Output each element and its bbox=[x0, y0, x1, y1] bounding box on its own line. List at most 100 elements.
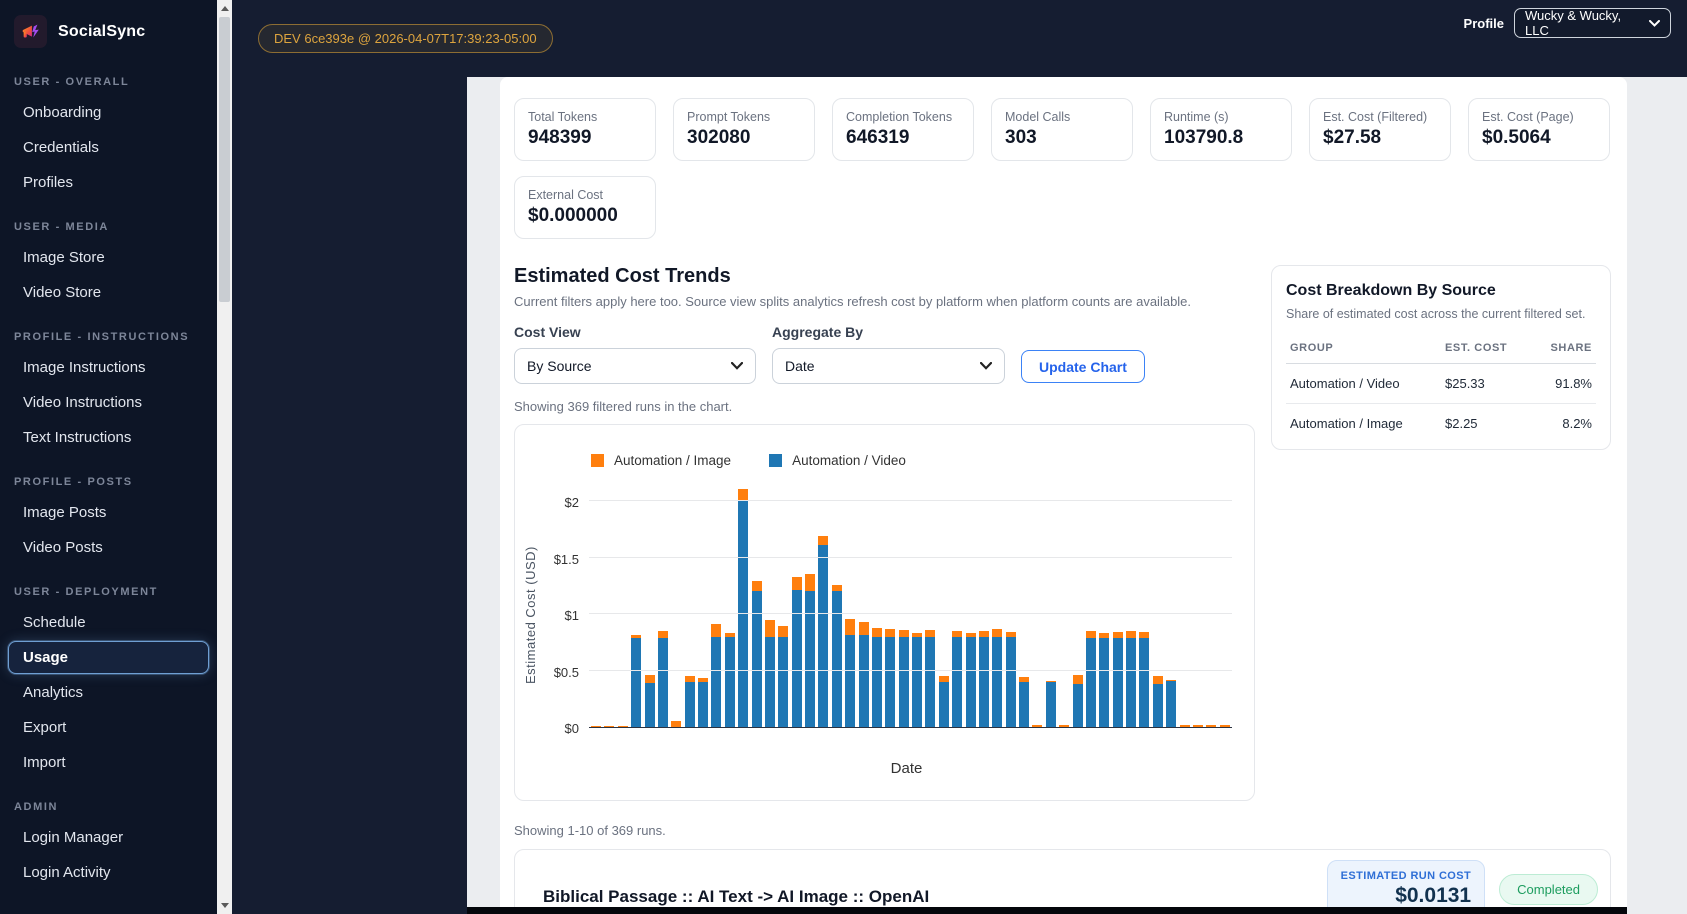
sidebar-item-image-posts[interactable]: Image Posts bbox=[8, 496, 209, 529]
chart-bar bbox=[912, 633, 922, 727]
y-tick-label: $0 bbox=[539, 721, 579, 736]
bottom-edge-strip bbox=[467, 907, 1627, 914]
bar-segment-image bbox=[1032, 725, 1042, 727]
bar-segment-image bbox=[1086, 631, 1096, 638]
bar-segment-video bbox=[925, 637, 935, 727]
chart-bar bbox=[992, 629, 1002, 727]
stat-card-value: 646319 bbox=[846, 127, 960, 149]
bar-segment-video bbox=[792, 590, 802, 727]
app-title: SocialSync bbox=[58, 23, 145, 41]
chart-bar bbox=[618, 726, 628, 727]
bar-segment-video bbox=[1086, 638, 1096, 727]
legend-item-automation-image[interactable]: Automation / Image bbox=[591, 453, 731, 468]
chart-bar bbox=[792, 577, 802, 727]
legend-label: Automation / Image bbox=[614, 453, 731, 468]
sidebar-item-export[interactable]: Export bbox=[8, 711, 209, 744]
breakdown-cell-share: 8.2% bbox=[1534, 404, 1596, 444]
sidebar-item-login-activity[interactable]: Login Activity bbox=[8, 856, 209, 889]
main-area: DEV 6ce393e @ 2026-04-07T17:39:23-05:00 … bbox=[232, 0, 1687, 914]
bar-segment-video bbox=[939, 682, 949, 727]
chart-bar bbox=[1073, 675, 1083, 727]
profile-select[interactable]: Wucky & Wucky, LLC bbox=[1514, 8, 1671, 38]
bar-segment-video bbox=[1019, 682, 1029, 727]
bar-segment-video bbox=[711, 637, 721, 727]
x-axis-title: Date bbox=[515, 760, 1254, 777]
bar-segment-video bbox=[952, 637, 962, 727]
chart-bar bbox=[925, 630, 935, 727]
sidebar-section-label: USER - DEPLOYMENT bbox=[14, 586, 217, 598]
sidebar-section-profile-posts: PROFILE - POSTSImage PostsVideo Posts bbox=[0, 476, 217, 564]
sidebar-item-credentials[interactable]: Credentials bbox=[8, 131, 209, 164]
page-scrollbar[interactable] bbox=[217, 0, 232, 914]
sidebar-item-profiles[interactable]: Profiles bbox=[8, 166, 209, 199]
bar-segment-video bbox=[1073, 684, 1083, 727]
app-root: SocialSync USER - OVERALLOnboardingCrede… bbox=[0, 0, 1687, 914]
sidebar-item-text-instructions[interactable]: Text Instructions bbox=[8, 421, 209, 454]
bar-segment-video bbox=[872, 637, 882, 727]
sidebar-section-label: ADMIN bbox=[14, 801, 217, 813]
sidebar-section-label: PROFILE - INSTRUCTIONS bbox=[14, 331, 217, 343]
bar-segment-image bbox=[1206, 725, 1216, 727]
logo-link[interactable]: SocialSync bbox=[0, 0, 217, 54]
bar-segment-video bbox=[658, 638, 668, 727]
aggregate-by-select[interactable]: Date bbox=[772, 348, 1005, 384]
runs-list: Biblical Passage :: AI Text -> AI Image … bbox=[514, 849, 1611, 914]
chart-bar bbox=[966, 633, 976, 727]
legend-item-automation-video[interactable]: Automation / Video bbox=[769, 453, 906, 468]
sidebar-item-image-instructions[interactable]: Image Instructions bbox=[8, 351, 209, 384]
breakdown-cell-share: 91.8% bbox=[1534, 364, 1596, 404]
sidebar-section-user-deployment: USER - DEPLOYMENT ScheduleUsageAnalyticsE… bbox=[0, 586, 217, 779]
bars-container bbox=[591, 484, 1230, 727]
chart-bar bbox=[1220, 725, 1230, 727]
stat-card-value: 302080 bbox=[687, 127, 801, 149]
gridline bbox=[589, 557, 1232, 558]
sidebar-item-login-manager[interactable]: Login Manager bbox=[8, 821, 209, 854]
legend-label: Automation / Video bbox=[792, 453, 906, 468]
scrollbar-down-icon[interactable] bbox=[217, 898, 232, 913]
breakdown-column-header: SHARE bbox=[1534, 333, 1596, 364]
chart-bar bbox=[805, 574, 815, 727]
bar-segment-image bbox=[925, 630, 935, 637]
profile-label: Profile bbox=[1464, 16, 1504, 31]
scrollbar-up-icon[interactable] bbox=[217, 1, 232, 16]
bar-segment-image bbox=[845, 619, 855, 636]
bar-segment-image bbox=[1073, 675, 1083, 684]
chart-bar bbox=[845, 619, 855, 727]
sidebar-item-import[interactable]: Import bbox=[8, 746, 209, 779]
stat-card-label: External Cost bbox=[528, 188, 642, 202]
bar-segment-image bbox=[591, 726, 601, 727]
gridline bbox=[589, 500, 1232, 501]
stat-card-value: $0.5064 bbox=[1482, 127, 1596, 149]
chart-bar bbox=[1153, 676, 1163, 727]
sidebar-item-schedule[interactable]: Schedule bbox=[8, 606, 209, 639]
sidebar-item-video-instructions[interactable]: Video Instructions bbox=[8, 386, 209, 419]
bar-segment-video bbox=[845, 635, 855, 727]
chart-bar bbox=[738, 489, 748, 727]
bar-segment-image bbox=[1126, 631, 1136, 638]
chart-bar bbox=[1139, 632, 1149, 727]
bar-segment-image bbox=[1193, 725, 1203, 727]
sidebar-item-usage[interactable]: Usage bbox=[8, 641, 209, 674]
bar-segment-video bbox=[966, 637, 976, 727]
chevron-down-icon bbox=[1649, 20, 1660, 27]
chart-bar bbox=[631, 635, 641, 727]
update-chart-button[interactable]: Update Chart bbox=[1021, 350, 1145, 383]
cost-view-select[interactable]: By Source bbox=[514, 348, 756, 384]
sidebar-item-onboarding[interactable]: Onboarding bbox=[8, 96, 209, 129]
breakdown-column-header: GROUP bbox=[1286, 333, 1441, 364]
bar-segment-video bbox=[1153, 684, 1163, 727]
run-card-main: Biblical Passage :: AI Text -> AI Image … bbox=[543, 860, 929, 914]
bar-segment-image bbox=[885, 629, 895, 637]
sidebar-item-analytics[interactable]: Analytics bbox=[8, 676, 209, 709]
sidebar-item-video-store[interactable]: Video Store bbox=[8, 276, 209, 309]
bar-segment-image bbox=[872, 628, 882, 637]
bar-segment-image bbox=[1180, 725, 1190, 727]
scrollbar-thumb[interactable] bbox=[219, 17, 230, 302]
bar-segment-video bbox=[805, 591, 815, 727]
sidebar-item-image-store[interactable]: Image Store bbox=[8, 241, 209, 274]
bar-segment-image bbox=[899, 630, 909, 637]
chart-bar bbox=[979, 631, 989, 727]
chart-controls: Cost View By Source Aggregate By Date bbox=[514, 324, 1255, 384]
sidebar-item-video-posts[interactable]: Video Posts bbox=[8, 531, 209, 564]
profile-group: Profile Wucky & Wucky, LLC bbox=[1464, 8, 1671, 38]
